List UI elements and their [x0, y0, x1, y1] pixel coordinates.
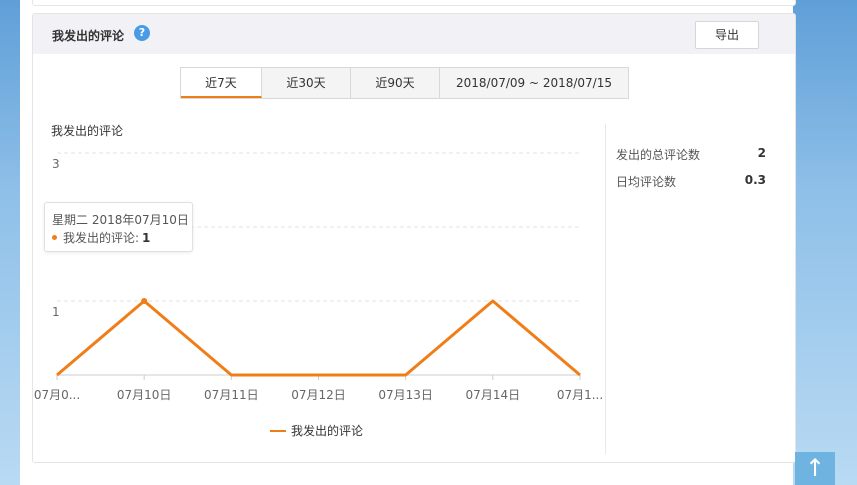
previous-card-edge [32, 0, 796, 6]
legend-label: 我发出的评论 [291, 424, 364, 438]
chart-svg: 1 3 07月0... 07月10日 07月11日 07月12日 07月13日 07月14日 0… [34, 152, 603, 402]
tab-7-days[interactable]: 近7天 [181, 68, 262, 98]
chart-tooltip: 星期二 2018年07月10日 我发出的评论: 1 [44, 202, 193, 252]
tooltip-series-dot [52, 235, 57, 240]
tooltip-series-label: 我发出的评论: [63, 231, 140, 245]
tab-90-days[interactable]: 近90天 [351, 68, 440, 98]
x-tick-label: 07月14日 [466, 388, 521, 402]
x-tick-label: 07月12日 [291, 388, 346, 402]
stat-value: 2 [757, 146, 766, 160]
card-title: 我发出的评论 [52, 29, 125, 43]
back-to-top-icon[interactable]: ↑ [795, 452, 835, 485]
y-tick-label: 1 [52, 305, 60, 319]
chart-legend[interactable]: 我发出的评论 [270, 422, 363, 439]
card-header: 我发出的评论 ? 导出 [33, 14, 795, 54]
tooltip-value: 1 [142, 230, 151, 245]
data-point [141, 298, 148, 304]
series-line [56, 299, 581, 377]
watermark-url: jingyan.baidu.com [662, 447, 772, 458]
export-button[interactable]: 导出 [695, 21, 759, 49]
legend-line-swatch [270, 429, 286, 432]
x-tick-label: 07月13日 [378, 388, 433, 402]
tab-custom-range[interactable]: 2018/07/09 ~ 2018/07/15 [440, 68, 628, 98]
stat-value: 0.3 [744, 173, 766, 187]
x-tick-label: 07月0... [34, 388, 80, 402]
x-tick-label: 07月1... [557, 388, 603, 402]
date-range-tabs: 近7天 近30天 近90天 2018/07/09 ~ 2018/07/15 [180, 67, 629, 99]
x-tick-label: 07月10日 [117, 388, 172, 402]
help-icon[interactable]: ? [134, 25, 150, 41]
tab-30-days[interactable]: 近30天 [262, 68, 351, 98]
chart-title: 我发出的评论 [51, 124, 124, 138]
line-chart: 1 3 07月0... 07月10日 07月11日 07月12日 07月13日 07月14日 0… [33, 139, 613, 439]
y-tick-label: 3 [52, 157, 60, 171]
tooltip-date: 星期二 2018年07月10日 [52, 213, 189, 227]
stat-label: 日均评论数 [616, 175, 677, 189]
tooltip-row: 我发出的评论: 1 [52, 229, 150, 246]
x-tick-label: 07月11日 [204, 388, 259, 402]
stat-label: 发出的总评论数 [616, 148, 701, 162]
